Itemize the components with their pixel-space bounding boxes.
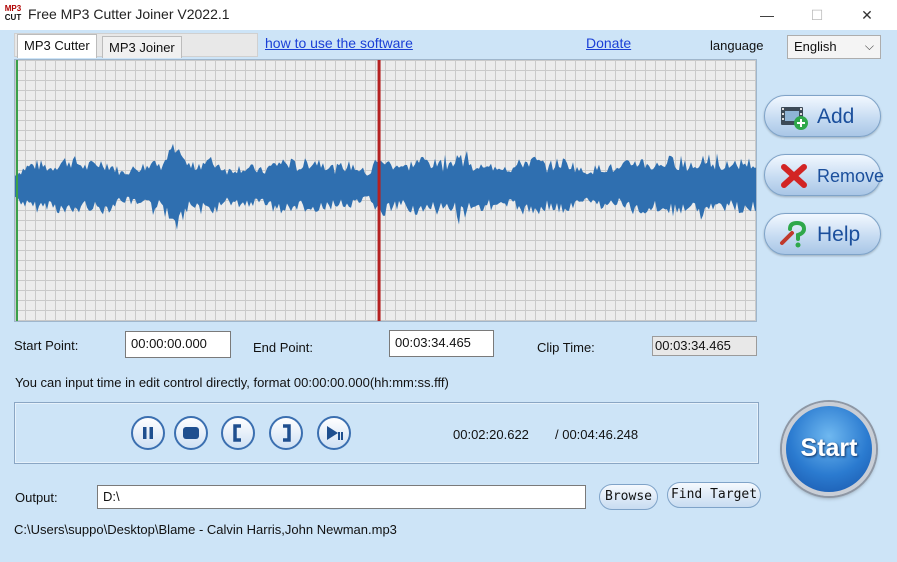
end-point-label: End Point: [253,340,313,355]
clip-time-label: Clip Time: [537,340,595,355]
right-bracket-icon [283,424,291,442]
current-file-path: C:\Users\suppo\Desktop\Blame - Calvin Ha… [14,522,397,537]
logo-top-text: MP3 [4,4,22,13]
stop-icon [183,427,199,439]
browse-button[interactable]: Browse [599,484,658,510]
start-point-label: Start Point: [14,338,79,353]
waveform-path [15,143,756,230]
output-path-input[interactable]: D:\ [97,485,586,509]
help-question-icon [780,221,807,248]
language-select[interactable]: English ⌵ [787,35,881,59]
minimize-button[interactable]: — [752,4,782,26]
stop-button[interactable] [174,416,208,450]
time-format-hint: You can input time in edit control direc… [15,375,449,390]
help-button-label: Help [817,223,861,246]
set-start-button[interactable] [221,416,255,450]
main-panel: MP3 Cutter MP3 Joiner how to use the sof… [0,30,897,562]
start-button-label: Start [800,434,858,462]
remove-button[interactable]: Remove [764,154,885,196]
waveform-display[interactable] [14,59,757,322]
title-bar: MP3 CUT Free MP3 Cutter Joiner V2022.1 —… [0,0,897,30]
film-add-icon [781,107,808,130]
add-button-label: Add [817,105,855,128]
pause-icon [143,427,153,439]
start-button[interactable]: Start [782,402,876,496]
start-point-input[interactable]: 00:00:00.000 [125,331,231,358]
chevron-down-icon: ⌵ [864,39,874,53]
output-label: Output: [15,490,58,505]
window-title: Free MP3 Cutter Joiner V2022.1 [28,6,230,22]
end-point-input[interactable]: 00:03:34.465 [389,330,494,357]
app-logo: MP3 CUT [3,4,23,24]
add-button[interactable]: Add [764,95,881,137]
tab-mp3-cutter[interactable]: MP3 Cutter [17,34,97,58]
help-button[interactable]: Help [764,213,881,255]
play-selection-button[interactable] [317,416,351,450]
find-target-button[interactable]: Find Target [667,482,761,508]
donate-link[interactable]: Donate [586,35,631,51]
pause-button[interactable] [131,416,165,450]
tab-strip: MP3 Cutter MP3 Joiner [14,33,258,58]
waveform-graph [15,60,756,321]
remove-button-label: Remove [817,166,885,186]
how-to-use-link[interactable]: how to use the software [265,35,413,51]
left-bracket-icon [233,424,241,442]
play-selection-icon [327,426,343,440]
set-end-button[interactable] [269,416,303,450]
player-controls: 00:02:20.622 / 00:04:46.248 [14,402,759,464]
maximize-button[interactable]: ☐ [802,4,832,26]
language-selected-value: English [794,39,837,54]
remove-x-icon [781,164,807,188]
logo-bottom-text: CUT [4,13,22,22]
total-time: / 00:04:46.248 [555,427,639,442]
tab-mp3-joiner[interactable]: MP3 Joiner [102,36,182,58]
language-label: language [710,38,764,53]
clip-time-value: 00:03:34.465 [652,336,757,356]
close-button[interactable]: ✕ [852,4,882,26]
current-time: 00:02:20.622 [453,427,529,442]
